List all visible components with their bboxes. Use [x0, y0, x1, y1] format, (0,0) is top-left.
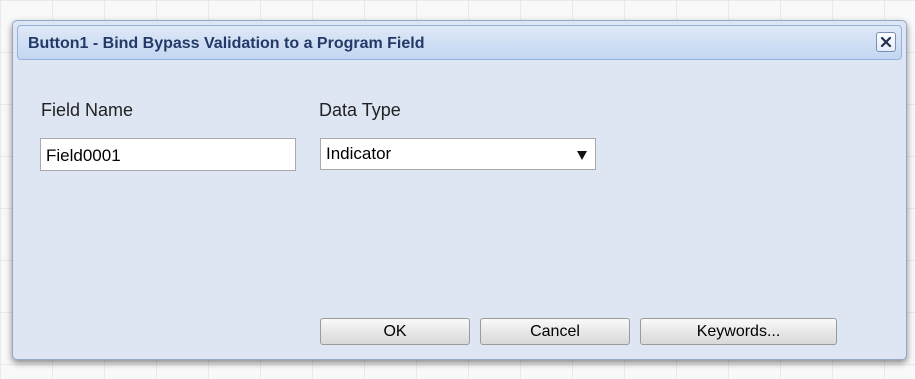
- cancel-button[interactable]: Cancel: [480, 318, 630, 345]
- dialog-titlebar[interactable]: Button1 - Bind Bypass Validation to a Pr…: [17, 25, 902, 60]
- ok-button[interactable]: OK: [320, 318, 470, 345]
- close-icon: [880, 36, 892, 48]
- field-name-input[interactable]: [40, 138, 296, 171]
- dialog-title: Button1 - Bind Bypass Validation to a Pr…: [28, 35, 425, 52]
- field-name-label: Field Name: [41, 100, 134, 120]
- bind-program-field-dialog: Button1 - Bind Bypass Validation to a Pr…: [12, 20, 907, 360]
- dropdown-arrow-icon: [577, 151, 587, 160]
- keywords-button[interactable]: Keywords...: [640, 318, 837, 345]
- data-type-select[interactable]: Indicator: [320, 138, 596, 170]
- data-type-label: Data Type: [319, 100, 401, 120]
- data-type-selected-value: Indicator: [326, 144, 392, 163]
- close-button[interactable]: [876, 32, 896, 52]
